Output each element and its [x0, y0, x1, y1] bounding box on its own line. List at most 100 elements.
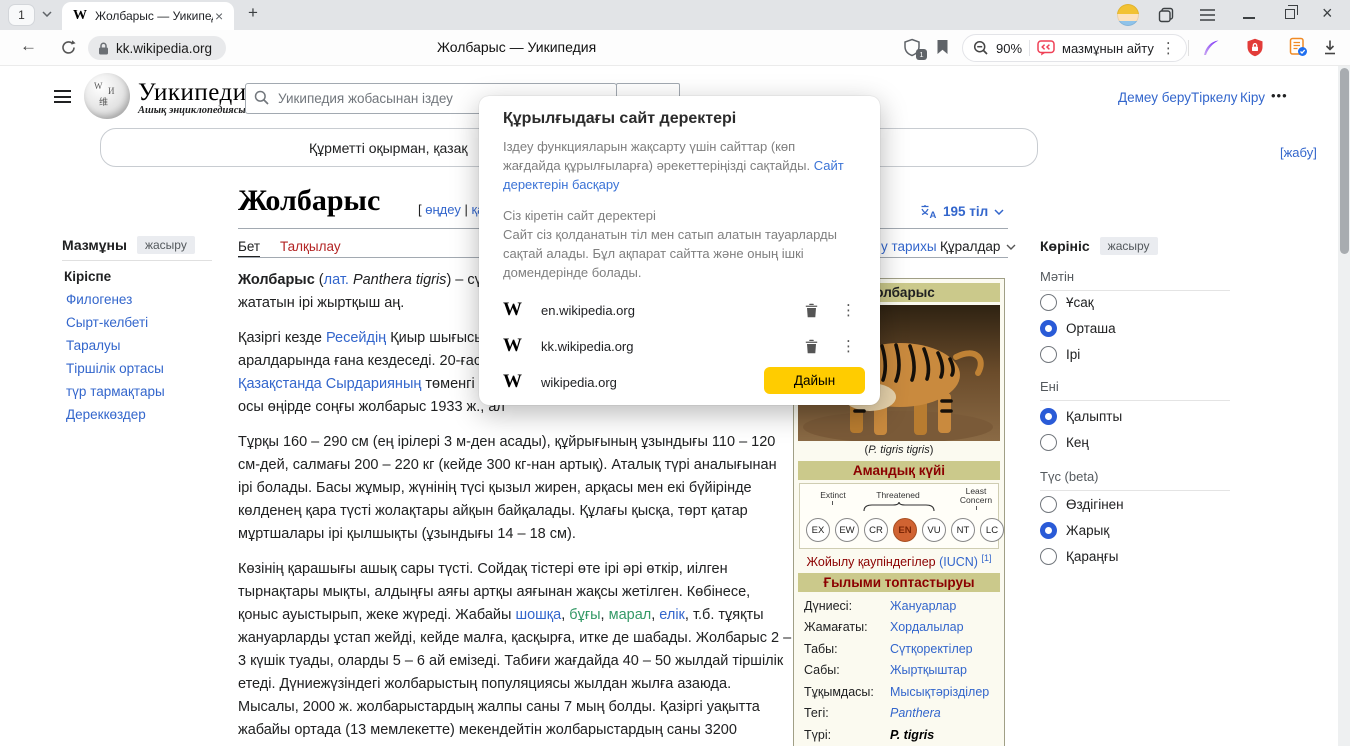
- extension-quill-icon[interactable]: [1202, 39, 1220, 57]
- appearance-hide-button[interactable]: жасыру: [1100, 237, 1158, 255]
- pill-more-icon[interactable]: ⋮: [1161, 39, 1176, 57]
- taxonomy-link[interactable]: Мысықтәрізділер: [890, 684, 989, 701]
- status-iucn-link[interactable]: (IUCN): [939, 555, 978, 569]
- taxonomy-link[interactable]: Жыртқыштар: [890, 662, 967, 679]
- download-icon[interactable]: [1322, 39, 1338, 56]
- profile-avatar[interactable]: [1117, 4, 1139, 26]
- classification-heading: Ғылыми топтастыруы: [798, 573, 1000, 592]
- popup-title: Құрылғыдағы сайт деректері: [503, 110, 856, 128]
- radio-text-small[interactable]: Ұсақ: [1040, 294, 1094, 311]
- header-more-icon[interactable]: •••: [1271, 88, 1288, 103]
- tab-groups-icon[interactable]: [1158, 7, 1174, 23]
- extension-shield-lock-icon[interactable]: [1246, 38, 1264, 57]
- radio-icon[interactable]: [1040, 434, 1057, 451]
- toc-item-habitat[interactable]: Тіршілік ортасы: [66, 361, 164, 376]
- language-count: 195 тіл: [943, 204, 988, 219]
- site-more-icon[interactable]: ⋮: [841, 337, 856, 355]
- window-minimize-button[interactable]: [1243, 17, 1255, 19]
- tab-talk[interactable]: Талқылау: [280, 239, 341, 254]
- tab-close-icon[interactable]: ×: [215, 9, 223, 23]
- radio-icon[interactable]: [1040, 294, 1057, 311]
- toc-item-distribution[interactable]: Таралуы: [66, 338, 121, 353]
- radio-icon[interactable]: [1040, 548, 1057, 565]
- site-row: W en.wikipedia.org ⋮: [503, 292, 856, 328]
- radio-text-large[interactable]: Ірі: [1040, 346, 1080, 363]
- visited-sites-heading: Сіз кіретін сайт деректері: [503, 208, 856, 223]
- banner-close-link[interactable]: [жабу]: [1280, 145, 1317, 160]
- taxonomy-link[interactable]: Сүтқоректілер: [890, 641, 973, 658]
- radio-icon[interactable]: [1040, 408, 1057, 425]
- reload-button[interactable]: [60, 39, 77, 56]
- radio-width-standard[interactable]: Қалыпты: [1040, 408, 1122, 425]
- site-domain: wikipedia.org: [541, 375, 617, 390]
- toc-divider: [62, 260, 212, 261]
- svg-text:A: A: [930, 210, 937, 219]
- browser-menu-icon[interactable]: [1200, 9, 1215, 21]
- chevron-down-icon: [994, 209, 1004, 215]
- donate-link[interactable]: Демеу беру: [1118, 90, 1191, 105]
- radio-icon[interactable]: [1040, 522, 1057, 539]
- taxonomy-row: Тегі:Panthera: [798, 703, 1000, 725]
- bookmark-icon[interactable]: [936, 39, 949, 55]
- back-button[interactable]: ←: [20, 36, 37, 56]
- lock-icon[interactable]: [98, 42, 109, 55]
- read-aloud-label[interactable]: мазмұнын айту: [1062, 41, 1154, 56]
- tab-page[interactable]: Бет: [238, 239, 260, 254]
- radio-icon[interactable]: [1040, 346, 1057, 363]
- register-link[interactable]: Тіркелу: [1191, 90, 1238, 105]
- radio-icon[interactable]: [1040, 320, 1057, 337]
- taxonomy-link[interactable]: Хордалылар: [890, 619, 964, 636]
- translate-icon: A: [920, 204, 937, 219]
- read-aloud-icon[interactable]: [1037, 40, 1055, 56]
- wikipedia-globe-logo[interactable]: WИ维: [84, 73, 130, 119]
- radio-text-medium[interactable]: Орташа: [1040, 320, 1116, 337]
- radio-color-auto[interactable]: Өздігінен: [1040, 496, 1124, 513]
- toc-item-phylogenesis[interactable]: Филогенез: [66, 292, 132, 307]
- zoom-level[interactable]: 90%: [996, 41, 1022, 56]
- tab-count-button[interactable]: 1: [8, 4, 35, 26]
- protect-shield-icon[interactable]: 1: [903, 38, 925, 58]
- chevron-down-icon: [1006, 244, 1016, 250]
- new-tab-button[interactable]: +: [248, 3, 258, 23]
- tab-history-partial[interactable]: у тарихы: [881, 239, 937, 254]
- page-scrollbar[interactable]: [1338, 66, 1350, 746]
- tools-menu-button[interactable]: Құралдар: [940, 239, 1016, 254]
- status-reference[interactable]: [1]: [981, 553, 991, 563]
- done-button[interactable]: Дайын: [764, 367, 865, 394]
- zoom-out-icon[interactable]: [973, 40, 989, 56]
- toc-hide-button[interactable]: жасыру: [137, 236, 195, 254]
- image-caption: (P. tigris tigris): [798, 441, 1000, 461]
- conservation-status-scale: Extinct Threatened Least Concern EX EW C…: [799, 483, 999, 549]
- address-bar[interactable]: kk.wikipedia.org: [88, 36, 226, 60]
- radio-color-light[interactable]: Жарық: [1040, 522, 1109, 539]
- scrollbar-thumb[interactable]: [1340, 68, 1349, 254]
- login-link[interactable]: Кіру: [1240, 90, 1265, 105]
- toc-item-intro[interactable]: Кіріспе: [64, 269, 111, 284]
- taxonomy-link[interactable]: Panthera: [890, 705, 941, 722]
- toc-item-appearance[interactable]: Сырт-келбеті: [66, 315, 148, 330]
- language-selector-button[interactable]: A 195 тіл: [920, 204, 1004, 219]
- appearance-heading: Көрініс: [1040, 238, 1090, 254]
- article-title: Жолбарыс: [238, 184, 380, 218]
- visited-sites-description: Сайт сіз қолданатын тіл мен сатып алатын…: [503, 225, 859, 282]
- radio-width-wide[interactable]: Кең: [1040, 434, 1089, 451]
- radio-icon[interactable]: [1040, 496, 1057, 513]
- main-menu-icon[interactable]: [54, 90, 71, 103]
- window-restore-button[interactable]: [1285, 9, 1295, 19]
- delete-site-icon[interactable]: [805, 339, 818, 354]
- tab-list-chevron-icon[interactable]: [42, 11, 52, 17]
- wikipedia-favicon-icon: W: [503, 335, 527, 357]
- taxonomy-link[interactable]: Жануарлар: [890, 598, 956, 615]
- shield-badge: 1: [916, 49, 927, 60]
- toc-item-subspecies[interactable]: түр тармақтары: [66, 384, 165, 399]
- window-close-button[interactable]: ×: [1322, 3, 1333, 24]
- extension-document-icon[interactable]: [1288, 37, 1308, 57]
- toc-item-references[interactable]: Дереккөздер: [66, 407, 146, 422]
- paragraph-behavior: Көзінің қарашығы ашық сары түсті. Сойдақ…: [238, 558, 792, 746]
- taxonomy-row: Тұқымдасы:Мысықтәрізділер: [798, 681, 1000, 703]
- radio-label: Ірі: [1066, 347, 1080, 362]
- delete-site-icon[interactable]: [805, 303, 818, 318]
- site-more-icon[interactable]: ⋮: [841, 301, 856, 319]
- radio-color-dark[interactable]: Қараңғы: [1040, 548, 1118, 565]
- browser-tab-active[interactable]: W Жолбарыс — Уикипед ×: [62, 2, 234, 30]
